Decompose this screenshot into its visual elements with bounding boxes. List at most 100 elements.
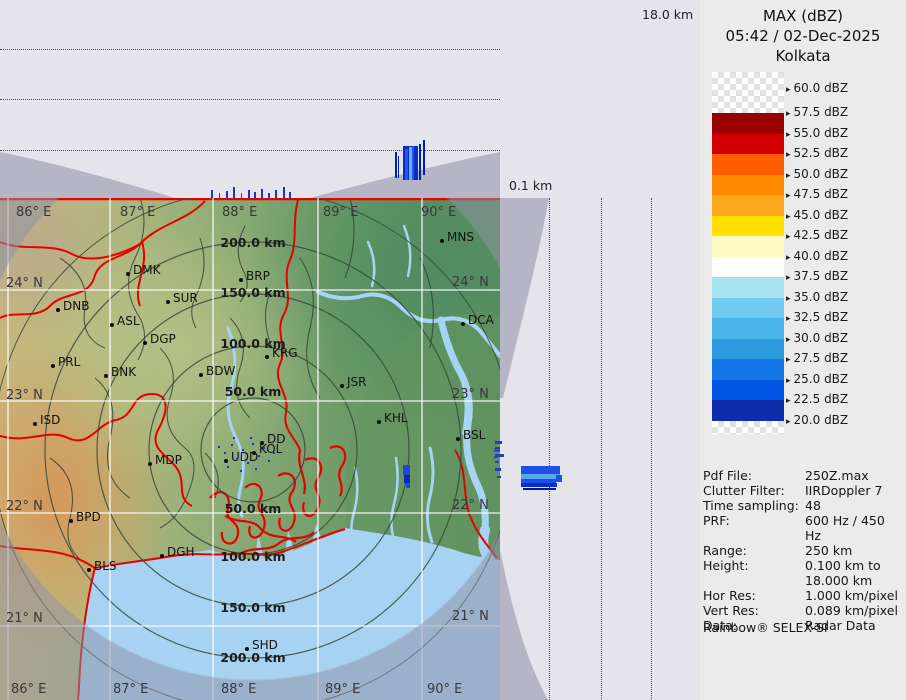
radar-echo-dot	[263, 447, 265, 449]
metadata-row: PRF:600 Hz / 450 Hz	[703, 513, 903, 543]
city-dot	[166, 300, 170, 304]
radar-echo	[494, 456, 498, 458]
city-code-label: KOL	[259, 442, 282, 456]
range-ring-label: 200.0 km	[220, 235, 285, 250]
radar-echo-dot	[242, 449, 244, 451]
city-code-label: JSR	[347, 375, 367, 389]
legend-arrow-icon: ▸	[786, 171, 791, 181]
legend-arrow-icon: ▸	[786, 212, 791, 222]
color-band	[712, 298, 784, 319]
color-band	[712, 134, 784, 155]
city-code-label: DNB	[63, 299, 89, 313]
color-band	[712, 175, 784, 196]
longitude-label: 86° E	[11, 682, 46, 697]
legend-arrow-icon: ▸	[786, 273, 791, 283]
top-profile-max-height-label: 18.0 km	[642, 7, 693, 22]
longitude-label: 88° E	[222, 205, 257, 220]
longitude-label: 87° E	[120, 205, 155, 220]
legend-tick-label: ▸50.0 dBZ	[786, 167, 848, 181]
city-code-label: KHL	[384, 411, 408, 425]
radar-echo-dot	[255, 468, 257, 470]
city-code-label: MDP	[155, 453, 182, 467]
longitude-label: 88° E	[221, 682, 256, 697]
color-band	[712, 195, 784, 216]
legend-tick-label: ▸45.0 dBZ	[786, 208, 848, 222]
product-datetime: 05:42 / 02-Dec-2025	[700, 26, 906, 46]
legend-tick-label: ▸37.5 dBZ	[786, 269, 848, 283]
legend-arrow-icon: ▸	[786, 417, 791, 427]
city-dot	[265, 355, 269, 359]
legend-arrow-icon: ▸	[786, 130, 791, 140]
legend-arrow-icon: ▸	[786, 294, 791, 304]
city-dot	[110, 323, 114, 327]
product-metadata: Pdf File:250Z.maxClutter Filter:IIRDoppl…	[703, 468, 903, 633]
latitude-label: 22° N	[452, 498, 489, 513]
city-code-label: DMK	[133, 263, 160, 277]
longitude-label: 86° E	[16, 205, 51, 220]
product-title: MAX (dBZ)	[700, 6, 906, 26]
city-dot	[56, 308, 60, 312]
latitude-label: 21° N	[6, 611, 43, 626]
latitude-label: 23° N	[452, 387, 489, 402]
transparent-checker-swatch	[712, 421, 784, 434]
color-band	[712, 257, 784, 278]
radar-echo-dot	[224, 452, 226, 454]
radar-echo-dot	[247, 462, 249, 464]
range-limit-wedges	[500, 198, 700, 700]
range-ring-label: 150.0 km	[220, 285, 285, 300]
legend-arrow-icon: ▸	[786, 232, 791, 242]
color-band	[712, 318, 784, 339]
radar-echo-dot	[218, 446, 220, 448]
city-dot	[239, 278, 243, 282]
city-dot	[224, 459, 228, 463]
top-height-profile-panel	[0, 0, 500, 198]
city-dot	[245, 647, 249, 651]
radar-echo-dot	[227, 466, 229, 468]
legend-arrow-icon: ▸	[786, 150, 791, 160]
city-dot	[461, 322, 465, 326]
profile-corner-panel: 18.0 km 0.1 km	[500, 0, 700, 198]
city-dot	[199, 373, 203, 377]
radar-echo-dot	[252, 443, 254, 445]
city-code-label: BLS	[94, 559, 117, 573]
legend-arrow-icon: ▸	[786, 335, 791, 345]
city-code-label: KRG	[272, 346, 298, 360]
city-code-label: BDW	[206, 364, 235, 378]
color-band	[712, 339, 784, 360]
legend-arrow-icon: ▸	[786, 191, 791, 201]
legend-tick-label: ▸60.0 dBZ	[786, 81, 848, 95]
legend-tick-label: ▸52.5 dBZ	[786, 146, 848, 160]
longitude-label: 90° E	[427, 682, 462, 697]
legend-tick-label: ▸47.5 dBZ	[786, 187, 848, 201]
range-limit-wedges	[0, 0, 500, 198]
right-height-profile-panel	[500, 198, 700, 700]
city-code-label: UDD	[231, 450, 258, 464]
city-dot	[377, 420, 381, 424]
legend-tick-label: ▸30.0 dBZ	[786, 331, 848, 345]
radar-echo-dot	[250, 437, 252, 439]
legend-tick-label: ▸32.5 dBZ	[786, 310, 848, 324]
city-dot	[33, 422, 37, 426]
legend-tick-label: ▸40.0 dBZ	[786, 249, 848, 263]
range-ring-label: 50.0 km	[225, 384, 282, 399]
metadata-row: Height:0.100 km to 18.000 km	[703, 558, 903, 588]
city-code-label: BRP	[246, 269, 270, 283]
radar-echo	[406, 483, 410, 488]
color-band	[712, 236, 784, 257]
legend-tick-label: ▸35.0 dBZ	[786, 290, 848, 304]
city-code-label: DGH	[167, 545, 195, 559]
radar-map: 86° E87° E88° E89° E90° E86° E87° E88° E…	[0, 198, 500, 700]
city-dot	[148, 462, 152, 466]
city-code-label: DCA	[468, 313, 494, 327]
metadata-row: Range:250 km	[703, 543, 903, 558]
city-dot	[51, 364, 55, 368]
range-ring-label: 200.0 km	[220, 650, 285, 665]
legend-arrow-icon: ▸	[786, 376, 791, 386]
software-brand: Rainbow® SELEX-SI	[703, 620, 828, 635]
range-ring-label: 100.0 km	[220, 549, 285, 564]
city-code-label: ASL	[117, 314, 140, 328]
metadata-row: Time sampling:48	[703, 498, 903, 513]
color-band	[712, 380, 784, 401]
latitude-label: 24° N	[6, 276, 43, 291]
color-band	[712, 216, 784, 237]
